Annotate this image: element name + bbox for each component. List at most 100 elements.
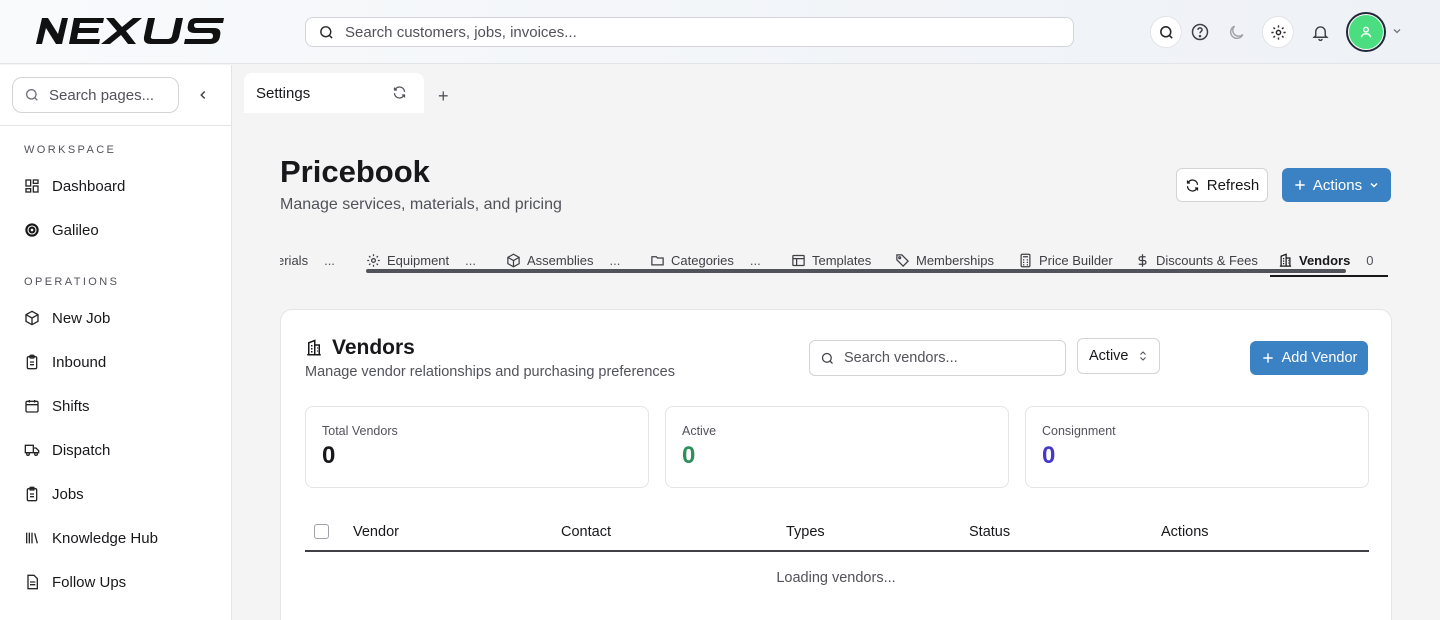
building-icon (307, 339, 321, 356)
subtab-equipment[interactable]: Equipment ... (366, 250, 476, 270)
sidebar-item-label: Dashboard (52, 177, 126, 195)
chevron-down-icon[interactable] (1391, 25, 1403, 37)
search-icon (1159, 25, 1173, 39)
subtab-label: Templates (812, 252, 872, 268)
subtab-label: erials (280, 252, 309, 268)
subtab-categories[interactable]: Categories ... (650, 250, 761, 270)
avatar (1349, 15, 1383, 49)
tag-icon (896, 253, 910, 267)
select-all-checkbox[interactable] (314, 524, 329, 539)
truck-icon (24, 442, 40, 458)
subtab-label: Discounts & Fees (1156, 252, 1258, 268)
sidebar-item-shifts[interactable]: Shifts (24, 392, 214, 420)
sidebar-item-knowledge-hub[interactable]: Knowledge Hub (24, 524, 214, 552)
subtab-more[interactable]: ... (465, 253, 476, 268)
sidebar-item-label: Galileo (52, 221, 99, 239)
gear-icon (367, 253, 380, 267)
subtab-label: Vendors (1299, 252, 1351, 268)
active-tab-indicator (1270, 275, 1388, 277)
stat-active: Active 0 (665, 406, 1009, 488)
theme-toggle[interactable] (1220, 16, 1252, 48)
column-header-actions: Actions (1161, 524, 1209, 540)
subtab-label: Equipment (387, 252, 450, 268)
vendors-heading: Vendors (305, 336, 415, 360)
template-icon (792, 254, 805, 266)
plus-icon (1295, 180, 1305, 190)
pricebook-subtabs: erials ... Equipment ... Assemblies ... … (280, 248, 1390, 278)
sidebar-item-label: Follow Ups (52, 573, 127, 591)
search-icon (821, 352, 833, 364)
stat-value: 0 (322, 442, 336, 469)
user-menu[interactable] (1346, 12, 1386, 52)
refresh-button[interactable]: Refresh (1176, 168, 1268, 202)
sidebar-item-jobs[interactable]: Jobs (24, 480, 214, 508)
settings-button[interactable] (1262, 16, 1294, 48)
calculator-icon (1020, 253, 1031, 267)
clipboard-icon (24, 354, 40, 370)
package-icon (24, 310, 40, 326)
folder-icon (651, 255, 664, 265)
dashboard-icon (24, 178, 40, 194)
subtab-materials[interactable]: erials ... (280, 250, 335, 270)
subtab-more[interactable]: ... (609, 253, 620, 268)
column-header-vendor[interactable]: Vendor (353, 524, 399, 540)
page-subtitle: Manage services, materials, and pricing (280, 196, 562, 213)
plus-icon (1262, 353, 1273, 363)
section-label-workspace: WORKSPACE (24, 144, 117, 156)
stat-value: 0 (1042, 442, 1056, 469)
notifications-button[interactable] (1304, 16, 1336, 48)
nexus-logo[interactable] (36, 16, 224, 46)
subtab-vendors[interactable]: Vendors 0 (1278, 250, 1374, 270)
vendor-search-input[interactable] (844, 350, 1054, 366)
sidebar-item-follow-ups[interactable]: Follow Ups (24, 568, 214, 596)
global-search[interactable] (305, 17, 1074, 47)
sidebar-item-label: Knowledge Hub (52, 529, 158, 547)
vendor-search[interactable] (809, 340, 1066, 376)
page-title: Pricebook (280, 154, 430, 189)
help-button[interactable] (1184, 16, 1216, 48)
subtab-label: Assemblies (527, 252, 594, 268)
sidebar-item-label: New Job (52, 309, 111, 327)
subtab-memberships[interactable]: Memberships (895, 250, 994, 270)
subtab-more[interactable]: ... (324, 253, 335, 268)
section-label-operations: OPERATIONS (24, 276, 120, 288)
page-search[interactable] (12, 77, 179, 113)
sidebar-item-new-job[interactable]: New Job (24, 304, 214, 332)
refresh-icon (1186, 178, 1198, 192)
bell-icon (1311, 25, 1329, 41)
refresh-label: Refresh (1206, 176, 1260, 194)
help-icon (1191, 23, 1209, 41)
page-search-input[interactable] (49, 86, 169, 104)
sidebar-item-label: Inbound (52, 353, 107, 371)
stat-label: Consignment (1042, 424, 1116, 438)
sidebar-item-dashboard[interactable]: Dashboard (24, 172, 214, 200)
global-search-input[interactable] (345, 23, 1045, 41)
collapse-sidebar-button[interactable] (194, 85, 212, 105)
column-header-types[interactable]: Types (786, 524, 825, 540)
subtab-price-builder[interactable]: Price Builder (1018, 250, 1113, 270)
add-tab-button[interactable]: + (438, 87, 449, 105)
search-icon (26, 89, 38, 101)
moon-icon (1229, 25, 1243, 39)
search-button[interactable] (1150, 16, 1182, 48)
stat-total-vendors: Total Vendors 0 (305, 406, 649, 488)
sidebar-item-galileo[interactable]: Galileo (24, 216, 214, 244)
column-header-status[interactable]: Status (969, 524, 1010, 540)
sidebar: WORKSPACE Dashboard Galileo OPERATIONS N… (0, 65, 232, 620)
sidebar-item-inbound[interactable]: Inbound (24, 348, 214, 376)
sidebar-item-dispatch[interactable]: Dispatch (24, 436, 214, 464)
status-filter-select[interactable]: Active (1077, 338, 1160, 374)
subtabs-scrollbar[interactable] (366, 269, 1346, 273)
add-vendor-button[interactable]: Add Vendor (1250, 341, 1368, 375)
sidebar-divider (0, 125, 231, 126)
subtab-templates[interactable]: Templates (791, 250, 871, 270)
stat-label: Active (682, 424, 717, 438)
subtab-more[interactable]: ... (750, 253, 761, 268)
column-header-contact[interactable]: Contact (561, 524, 611, 540)
subtab-discounts-fees[interactable]: Discounts & Fees (1135, 250, 1258, 270)
refresh-icon[interactable] (392, 85, 407, 100)
subtab-assemblies[interactable]: Assemblies ... (506, 250, 620, 270)
actions-button[interactable]: Actions (1282, 168, 1391, 202)
clipboard-icon (24, 486, 40, 502)
chevron-down-icon (1370, 182, 1378, 188)
